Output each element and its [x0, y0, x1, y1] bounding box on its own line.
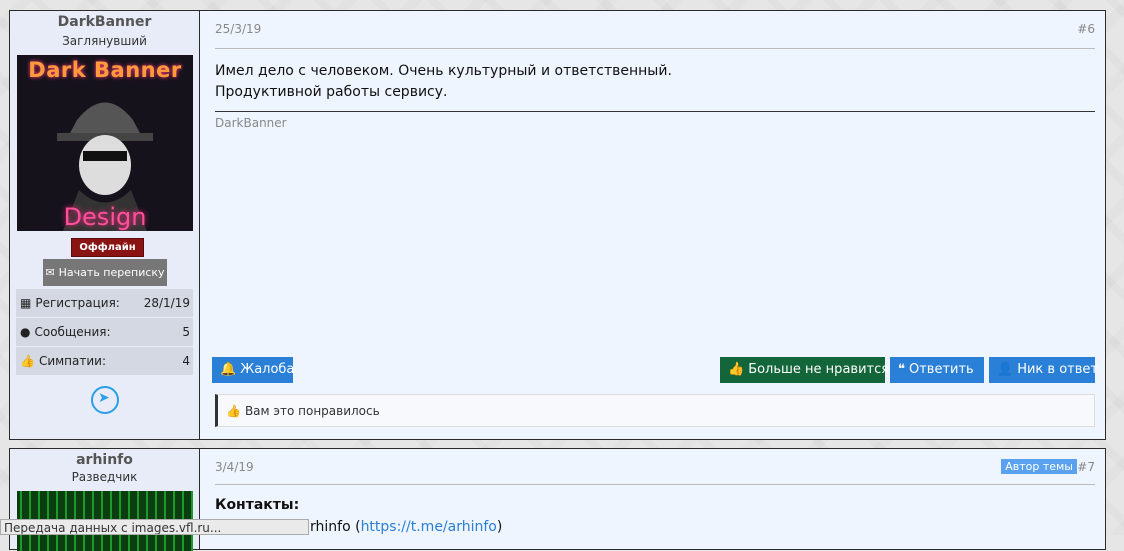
browser-status-bar: Передача данных с images.vfl.ru...	[0, 519, 309, 535]
post-number[interactable]: #7	[1077, 460, 1095, 474]
post-number[interactable]: #6	[1077, 22, 1095, 36]
username-link[interactable]: DarkBanner	[10, 14, 199, 30]
stat-label: Регистрация:	[35, 296, 120, 310]
report-label: Жалоба	[240, 362, 295, 377]
signature-divider	[215, 111, 1095, 112]
envelope-icon: ✉	[45, 266, 55, 279]
telegram-link[interactable]: https://t.me/arhinfo	[361, 519, 497, 535]
divider	[215, 48, 1095, 49]
message-body: Имел дело с человеком. Очень культурный …	[215, 61, 672, 103]
stat-registration: ▦ Регистрация: 28/1/19	[16, 289, 193, 317]
post-content: 25/3/19 #6 Имел дело с человеком. Очень …	[200, 11, 1105, 439]
quote-icon: ❝	[898, 362, 905, 377]
likes-text: Вам это понравилось	[244, 404, 380, 418]
reply-button[interactable]: ❝ Ответить	[890, 357, 984, 383]
user-title: Заглянувший	[62, 34, 147, 48]
report-button[interactable]: 🔔 Жалоба	[212, 357, 295, 383]
status-badge: Оффлайн	[71, 238, 144, 257]
signature: DarkBanner	[215, 116, 287, 130]
unlike-button[interactable]: 👍 Больше не нравится	[720, 357, 889, 383]
unlike-label: Больше не нравится	[748, 362, 890, 377]
calendar-icon: ▦	[20, 296, 32, 310]
thumbs-up-icon: 👍	[728, 362, 745, 377]
bell-icon: 🔔	[220, 362, 237, 377]
stat-value: 28/1/19	[143, 296, 190, 310]
contacts-heading: Контакты:	[215, 497, 300, 513]
stat-messages: ● Сообщения: 5	[16, 318, 193, 346]
post-date[interactable]: 3/4/19	[215, 460, 254, 474]
thread-author-badge: Автор темы	[1001, 459, 1077, 474]
nick-reply-label: Ник в ответ	[1017, 362, 1098, 377]
message-line: Имел дело с человеком. Очень культурный …	[215, 63, 672, 79]
thumbs-up-icon: 👍	[20, 354, 35, 368]
telegram-icon[interactable]: ➤	[91, 386, 119, 414]
forum-post: DarkBanner Заглянувший Dark Banner Desig…	[9, 10, 1106, 440]
avatar[interactable]: Dark Banner Design	[17, 55, 193, 231]
comment-icon: ●	[20, 325, 31, 339]
stat-value: 4	[182, 354, 190, 368]
contacts-suffix: )	[496, 519, 503, 535]
stat-value: 5	[182, 325, 190, 339]
username-link[interactable]: arhinfo	[10, 452, 199, 468]
stat-likes: 👍 Симпатии: 4	[16, 347, 193, 375]
thumbs-up-outline-icon: 👍	[226, 404, 241, 418]
likes-summary: 👍 Вам это понравилось	[215, 394, 1095, 427]
start-conversation-button[interactable]: ✉ Начать переписку	[43, 259, 167, 286]
divider	[215, 484, 1095, 485]
message-line: Продуктивной работы сервису.	[215, 84, 448, 100]
stat-label: Сообщения:	[34, 325, 111, 339]
start-conversation-label: Начать переписку	[58, 266, 165, 279]
contacts-line: rhinfo (https://t.me/arhinfo)	[310, 519, 502, 535]
reply-label: Ответить	[909, 362, 974, 377]
user-icon: 👤	[997, 362, 1014, 377]
post-content: 3/4/19 Автор темы #7 Контакты: rhinfo (h…	[200, 449, 1105, 549]
avatar-design-text: Design	[63, 203, 147, 231]
user-title: Разведчик	[71, 470, 138, 484]
post-date[interactable]: 25/3/19	[215, 22, 261, 36]
user-sidebar: DarkBanner Заглянувший Dark Banner Desig…	[10, 11, 200, 439]
stat-label: Симпатии:	[38, 354, 107, 368]
contacts-prefix: rhinfo (	[310, 519, 361, 535]
nick-reply-button[interactable]: 👤 Ник в ответ	[989, 357, 1098, 383]
